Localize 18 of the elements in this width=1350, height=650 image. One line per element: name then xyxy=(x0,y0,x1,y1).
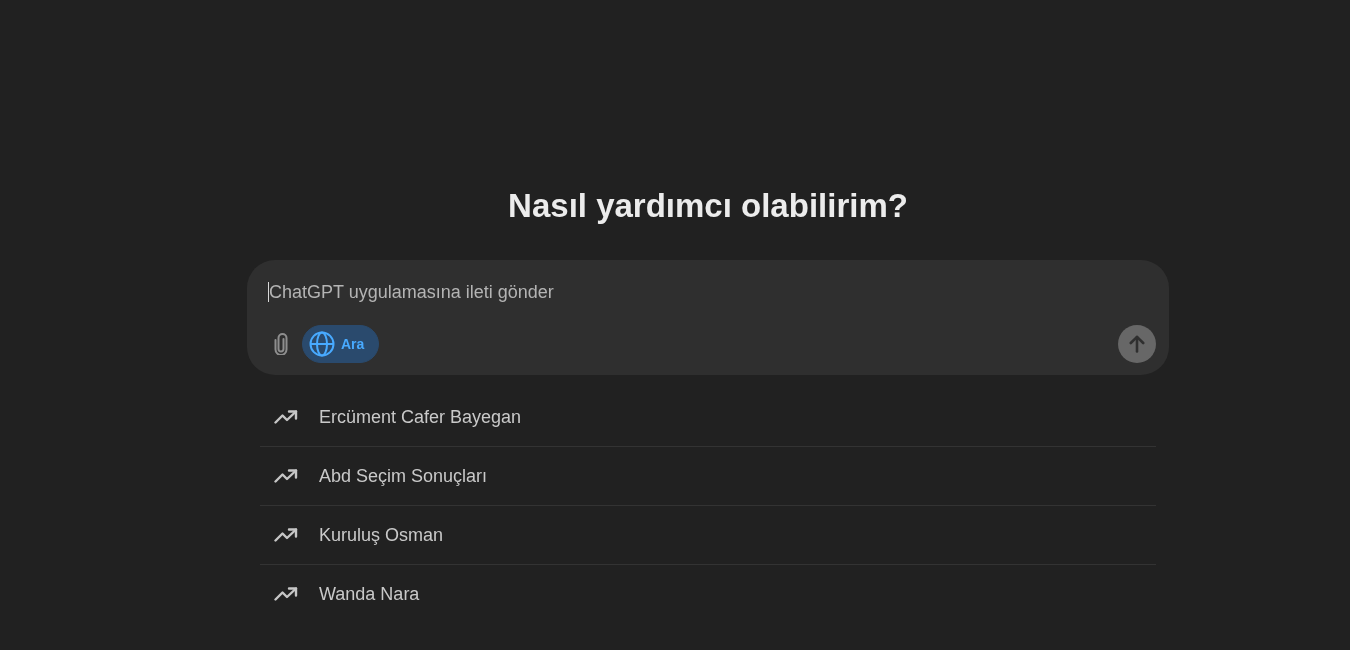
globe-icon xyxy=(309,331,335,357)
page-heading: Nasıl yardımcı olabilirim? xyxy=(508,186,908,226)
paperclip-icon xyxy=(274,333,288,355)
trending-up-icon xyxy=(274,528,298,542)
trending-up-icon xyxy=(274,469,298,483)
trending-suggestion[interactable]: Abd Seçim Sonuçları xyxy=(260,447,1156,506)
up-arrow-icon xyxy=(1129,335,1145,353)
trending-up-icon xyxy=(274,587,298,601)
suggestion-text: Kuruluş Osman xyxy=(319,524,444,547)
message-input[interactable]: ChatGPT uygulamasına ileti gönder xyxy=(269,280,1156,304)
trending-suggestion[interactable]: Ercüment Cafer Bayegan xyxy=(260,388,1156,447)
suggestion-text: Ercüment Cafer Bayegan xyxy=(319,406,522,429)
trending-suggestion[interactable]: Kuruluş Osman xyxy=(260,506,1156,565)
trending-suggestion[interactable]: Wanda Nara xyxy=(260,565,1156,623)
suggestion-text: Wanda Nara xyxy=(319,583,420,606)
trending-up-icon xyxy=(274,410,298,424)
suggestion-text: Abd Seçim Sonuçları xyxy=(319,465,488,488)
search-button[interactable]: Ara xyxy=(302,325,380,363)
